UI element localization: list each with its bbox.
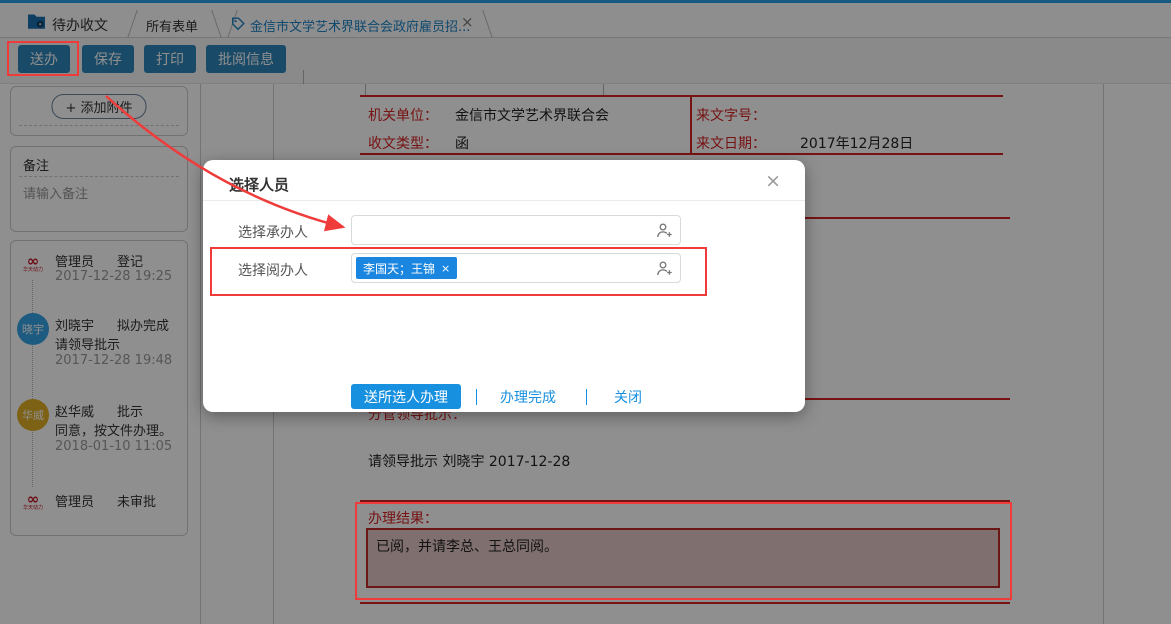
tag-text: 李国天；王锦 — [363, 260, 435, 277]
send-to-selected-button[interactable]: 送所选人办理 — [351, 384, 461, 409]
close-button[interactable]: 关闭 — [614, 387, 642, 407]
select-personnel-dialog: 选择人员 × 选择承办人 选择阅办人 李国天；王锦 × — [203, 160, 805, 412]
add-person-icon[interactable] — [656, 222, 673, 243]
undertaker-label: 选择承办人 — [238, 222, 308, 242]
reviewer-input[interactable]: 李国天；王锦 × — [351, 253, 681, 283]
tag-remove-icon[interactable]: × — [441, 262, 450, 275]
dialog-close-icon[interactable]: × — [765, 170, 781, 192]
add-person-icon[interactable] — [656, 260, 673, 281]
divider — [203, 200, 805, 201]
complete-button[interactable]: 办理完成 — [500, 387, 556, 407]
undertaker-input[interactable] — [351, 215, 681, 245]
dialog-title: 选择人员 — [229, 174, 289, 195]
app-window: 待办收文 所有表单 金信市文学艺术界联合会政府雇员招... × 送办 保存 打印… — [0, 0, 1171, 624]
selected-person-tag: 李国天；王锦 × — [356, 257, 457, 279]
reviewer-label: 选择阅办人 — [238, 260, 308, 280]
separator — [586, 389, 587, 405]
separator — [476, 389, 477, 405]
